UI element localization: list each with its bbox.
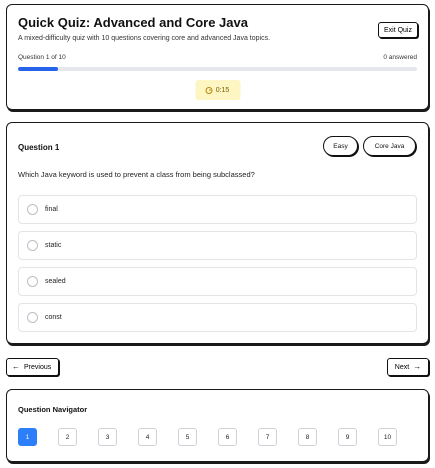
question-number-button[interactable]: 5: [178, 428, 197, 446]
question-number-button[interactable]: 3: [98, 428, 117, 446]
answer-option[interactable]: final: [18, 195, 417, 224]
option-label: sealed: [45, 278, 66, 285]
option-label: const: [45, 314, 62, 321]
question-number-button[interactable]: 1: [18, 428, 37, 446]
option-label: static: [45, 242, 62, 249]
question-number-button[interactable]: 8: [298, 428, 317, 446]
question-navigator-card: Question Navigator 1 2 3 4 5 6 7 8 9 10: [6, 389, 429, 462]
arrow-left-icon: ←: [12, 362, 20, 371]
next-label: Next: [394, 363, 410, 371]
quiz-description: A mixed-difficulty quiz with 10 question…: [18, 35, 271, 42]
question-number-button[interactable]: 4: [138, 428, 157, 446]
arrow-right-icon: →: [413, 362, 422, 371]
radio-button[interactable]: [27, 204, 38, 215]
exit-quiz-button[interactable]: Exit Quiz: [377, 22, 418, 38]
question-number-button[interactable]: 2: [58, 428, 77, 446]
previous-button[interactable]: ← Previous: [6, 358, 59, 376]
quiz-title: Quick Quiz: Advanced and Core Java: [18, 15, 248, 30]
answer-option[interactable]: sealed: [18, 267, 417, 296]
question-card: Question 1 Easy Core Java Which Java key…: [6, 122, 429, 344]
clock-icon: [205, 86, 213, 94]
timer-value: 0:15: [215, 86, 230, 94]
radio-button[interactable]: [27, 276, 38, 287]
question-number-list: 1 2 3 4 5 6 7 8 9 10: [18, 428, 397, 446]
navigator-title: Question Navigator: [18, 405, 88, 414]
quiz-header-card: Quick Quiz: Advanced and Core Java A mix…: [6, 4, 429, 110]
question-text: Which Java keyword is used to prevent a …: [18, 170, 255, 179]
radio-button[interactable]: [27, 312, 38, 323]
radio-button[interactable]: [27, 240, 38, 251]
question-number-button[interactable]: 9: [338, 428, 357, 446]
next-button[interactable]: Next →: [387, 358, 429, 376]
previous-label: Previous: [24, 363, 52, 371]
answer-option[interactable]: static: [18, 231, 417, 260]
question-counter: Question 1 of 10: [18, 54, 66, 61]
question-number-button[interactable]: 10: [378, 428, 397, 446]
answer-option[interactable]: const: [18, 303, 417, 332]
topic-badge: Core Java: [363, 136, 416, 156]
question-number-button[interactable]: 7: [258, 428, 277, 446]
progress-bar: [18, 67, 417, 71]
difficulty-badge: Easy: [323, 136, 358, 156]
question-number-button[interactable]: 6: [218, 428, 237, 446]
option-label: final: [45, 206, 58, 213]
timer-badge: 0:15: [195, 80, 240, 100]
answered-count: 0 answered: [383, 54, 417, 61]
question-heading: Question 1: [18, 143, 60, 152]
progress-fill: [18, 67, 58, 71]
